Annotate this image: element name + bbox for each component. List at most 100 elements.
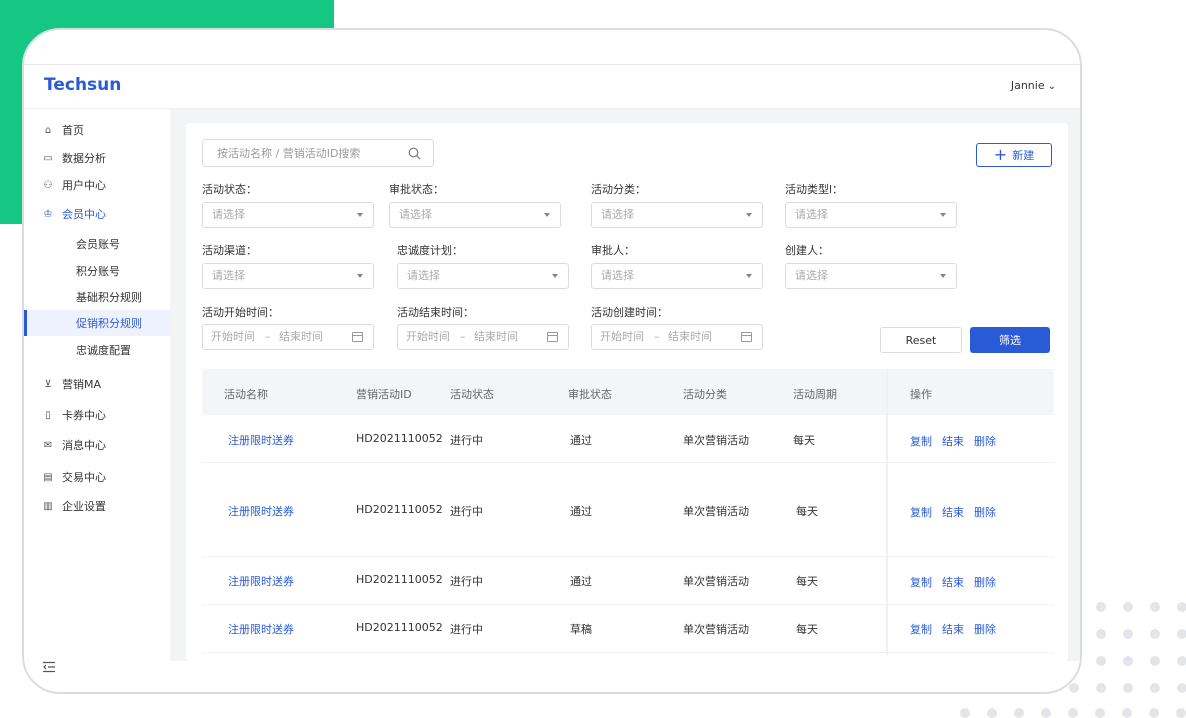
filter-type-select[interactable]: 请选择	[785, 202, 957, 228]
end-link[interactable]: 结束	[942, 574, 964, 590]
reset-button[interactable]: Reset	[880, 327, 962, 353]
filter-creator-select[interactable]: 请选择	[785, 263, 957, 289]
filter-channel-select[interactable]: 请选择	[202, 263, 374, 289]
filter-button[interactable]: 筛选	[970, 327, 1050, 353]
filter-label-creator: 创建人：	[785, 244, 829, 257]
sidebar-item-label: 营销MA	[62, 378, 102, 391]
decorative-dot	[1149, 708, 1159, 718]
decorative-dot	[1123, 656, 1133, 666]
sidebar-item-enterprise[interactable]: ▥ 企业设置	[24, 493, 170, 519]
filter-status-select[interactable]: 请选择	[202, 202, 374, 228]
delete-link[interactable]: 删除	[974, 621, 996, 637]
copy-link[interactable]: 复制	[910, 433, 932, 449]
sidebar-subitem-loyalty-config[interactable]: 忠诚度配置	[24, 337, 170, 363]
column-header-id: 营销活动ID	[356, 388, 412, 401]
delete-link[interactable]: 删除	[974, 574, 996, 590]
sidebar-item-analytics[interactable]: ▭ 数据分析	[24, 145, 170, 171]
sidebar-item-label: 会员中心	[62, 208, 106, 221]
activity-period: 每天	[796, 575, 818, 588]
range-separator: –	[460, 330, 466, 343]
decorative-dot	[1122, 708, 1132, 718]
created-time-range-picker[interactable]: 开始时间 – 结束时间	[591, 324, 763, 350]
select-placeholder: 请选择	[601, 208, 634, 221]
sidebar-item-label: 消息中心	[62, 439, 106, 452]
decorative-dot	[1176, 708, 1186, 718]
ticket-icon: ▯	[45, 409, 51, 421]
end-link[interactable]: 结束	[942, 433, 964, 449]
decorative-dot	[1096, 683, 1106, 693]
end-link[interactable]: 结束	[942, 504, 964, 520]
copy-link[interactable]: 复制	[910, 574, 932, 590]
sidebar-item-marketing[interactable]: ⊻ 营销MA	[24, 371, 170, 397]
activity-id: HD2021110052	[356, 432, 443, 445]
sidebar-subitem-promo-points-rules[interactable]: 促销积分规则	[24, 310, 170, 336]
sidebar-item-home[interactable]: ⌂ 首页	[24, 117, 170, 143]
decorative-dot	[1096, 656, 1106, 666]
delete-link[interactable]: 删除	[974, 504, 996, 520]
decorative-dot	[1177, 629, 1186, 639]
calendar-icon	[352, 332, 363, 342]
range-end-placeholder: 结束时间	[474, 330, 518, 343]
decorative-dot	[1095, 708, 1105, 718]
top-bar: Techsun Jannie ⌄	[24, 65, 1080, 109]
copy-link[interactable]: 复制	[910, 504, 932, 520]
activity-period: 每天	[796, 623, 818, 636]
filter-label-type: 活动类型l：	[785, 183, 844, 196]
building-icon: ▥	[43, 500, 53, 512]
collapse-menu-icon[interactable]	[42, 661, 56, 673]
range-start-placeholder: 开始时间	[211, 330, 255, 343]
sidebar-item-label: 用户中心	[62, 179, 106, 192]
range-start-placeholder: 开始时间	[406, 330, 450, 343]
actions-column-divider	[886, 369, 888, 655]
filter-loyalty-select[interactable]: 请选择	[397, 263, 569, 289]
activity-status: 进行中	[450, 623, 483, 636]
activity-name-link[interactable]: 注册限时送券	[228, 621, 294, 637]
sidebar-subitem-member-account[interactable]: 会员账号	[24, 231, 170, 257]
sidebar-subitem-points-account[interactable]: 积分账号	[24, 258, 170, 284]
copy-link[interactable]: 复制	[910, 621, 932, 637]
chart-icon: ▭	[43, 152, 53, 164]
filter-label-status: 活动状态：	[202, 183, 257, 196]
sidebar-subitem-label: 会员账号	[76, 238, 120, 251]
start-time-range-picker[interactable]: 开始时间 – 结束时间	[202, 324, 374, 350]
sidebar-item-coupons[interactable]: ▯ 卡券中心	[24, 402, 170, 428]
decorative-dot	[1150, 602, 1160, 612]
range-start-placeholder: 开始时间	[600, 330, 644, 343]
end-link[interactable]: 结束	[942, 621, 964, 637]
activity-status: 进行中	[450, 505, 483, 518]
caret-down-icon	[357, 274, 363, 278]
approval-status: 通过	[570, 434, 592, 447]
sidebar-item-transactions[interactable]: ▤ 交易中心	[24, 464, 170, 490]
filter-label-start-time: 活动开始时间：	[202, 306, 279, 319]
sidebar-subitem-label: 忠诚度配置	[76, 344, 131, 357]
caret-down-icon	[746, 274, 752, 278]
activity-name-link[interactable]: 注册限时送券	[228, 503, 294, 519]
filter-category-select[interactable]: 请选择	[591, 202, 763, 228]
sidebar-subitem-base-points-rules[interactable]: 基础积分规则	[24, 284, 170, 310]
decorative-dot	[1177, 656, 1186, 666]
chevron-down-icon: ⌄	[1047, 81, 1056, 92]
search-icon[interactable]	[408, 147, 421, 160]
member-icon: ♔	[43, 208, 53, 220]
plus-icon: +	[993, 145, 1008, 164]
decorative-dot	[1177, 683, 1186, 693]
new-button[interactable]: + 新建	[976, 143, 1052, 167]
delete-link[interactable]: 删除	[974, 433, 996, 449]
end-time-range-picker[interactable]: 开始时间 – 结束时间	[397, 324, 569, 350]
sidebar-item-members[interactable]: ♔ 会员中心	[24, 201, 170, 227]
decorative-dot	[987, 708, 997, 718]
caret-down-icon	[746, 213, 752, 217]
search-input[interactable]	[217, 145, 397, 161]
sidebar-item-users[interactable]: ⚇ 用户中心	[24, 172, 170, 198]
search-box[interactable]	[202, 139, 434, 167]
user-menu[interactable]: Jannie ⌄	[1011, 79, 1056, 92]
filter-approval-select[interactable]: 请选择	[389, 202, 561, 228]
filter-approver-select[interactable]: 请选择	[591, 263, 763, 289]
card-icon: ▤	[43, 471, 53, 483]
activity-name-link[interactable]: 注册限时送券	[228, 432, 294, 448]
filter-label-approval: 审批状态：	[389, 183, 444, 196]
range-separator: –	[654, 330, 660, 343]
sidebar-item-messages[interactable]: ✉ 消息中心	[24, 432, 170, 458]
sidebar-item-label: 首页	[62, 124, 84, 137]
activity-name-link[interactable]: 注册限时送券	[228, 573, 294, 589]
